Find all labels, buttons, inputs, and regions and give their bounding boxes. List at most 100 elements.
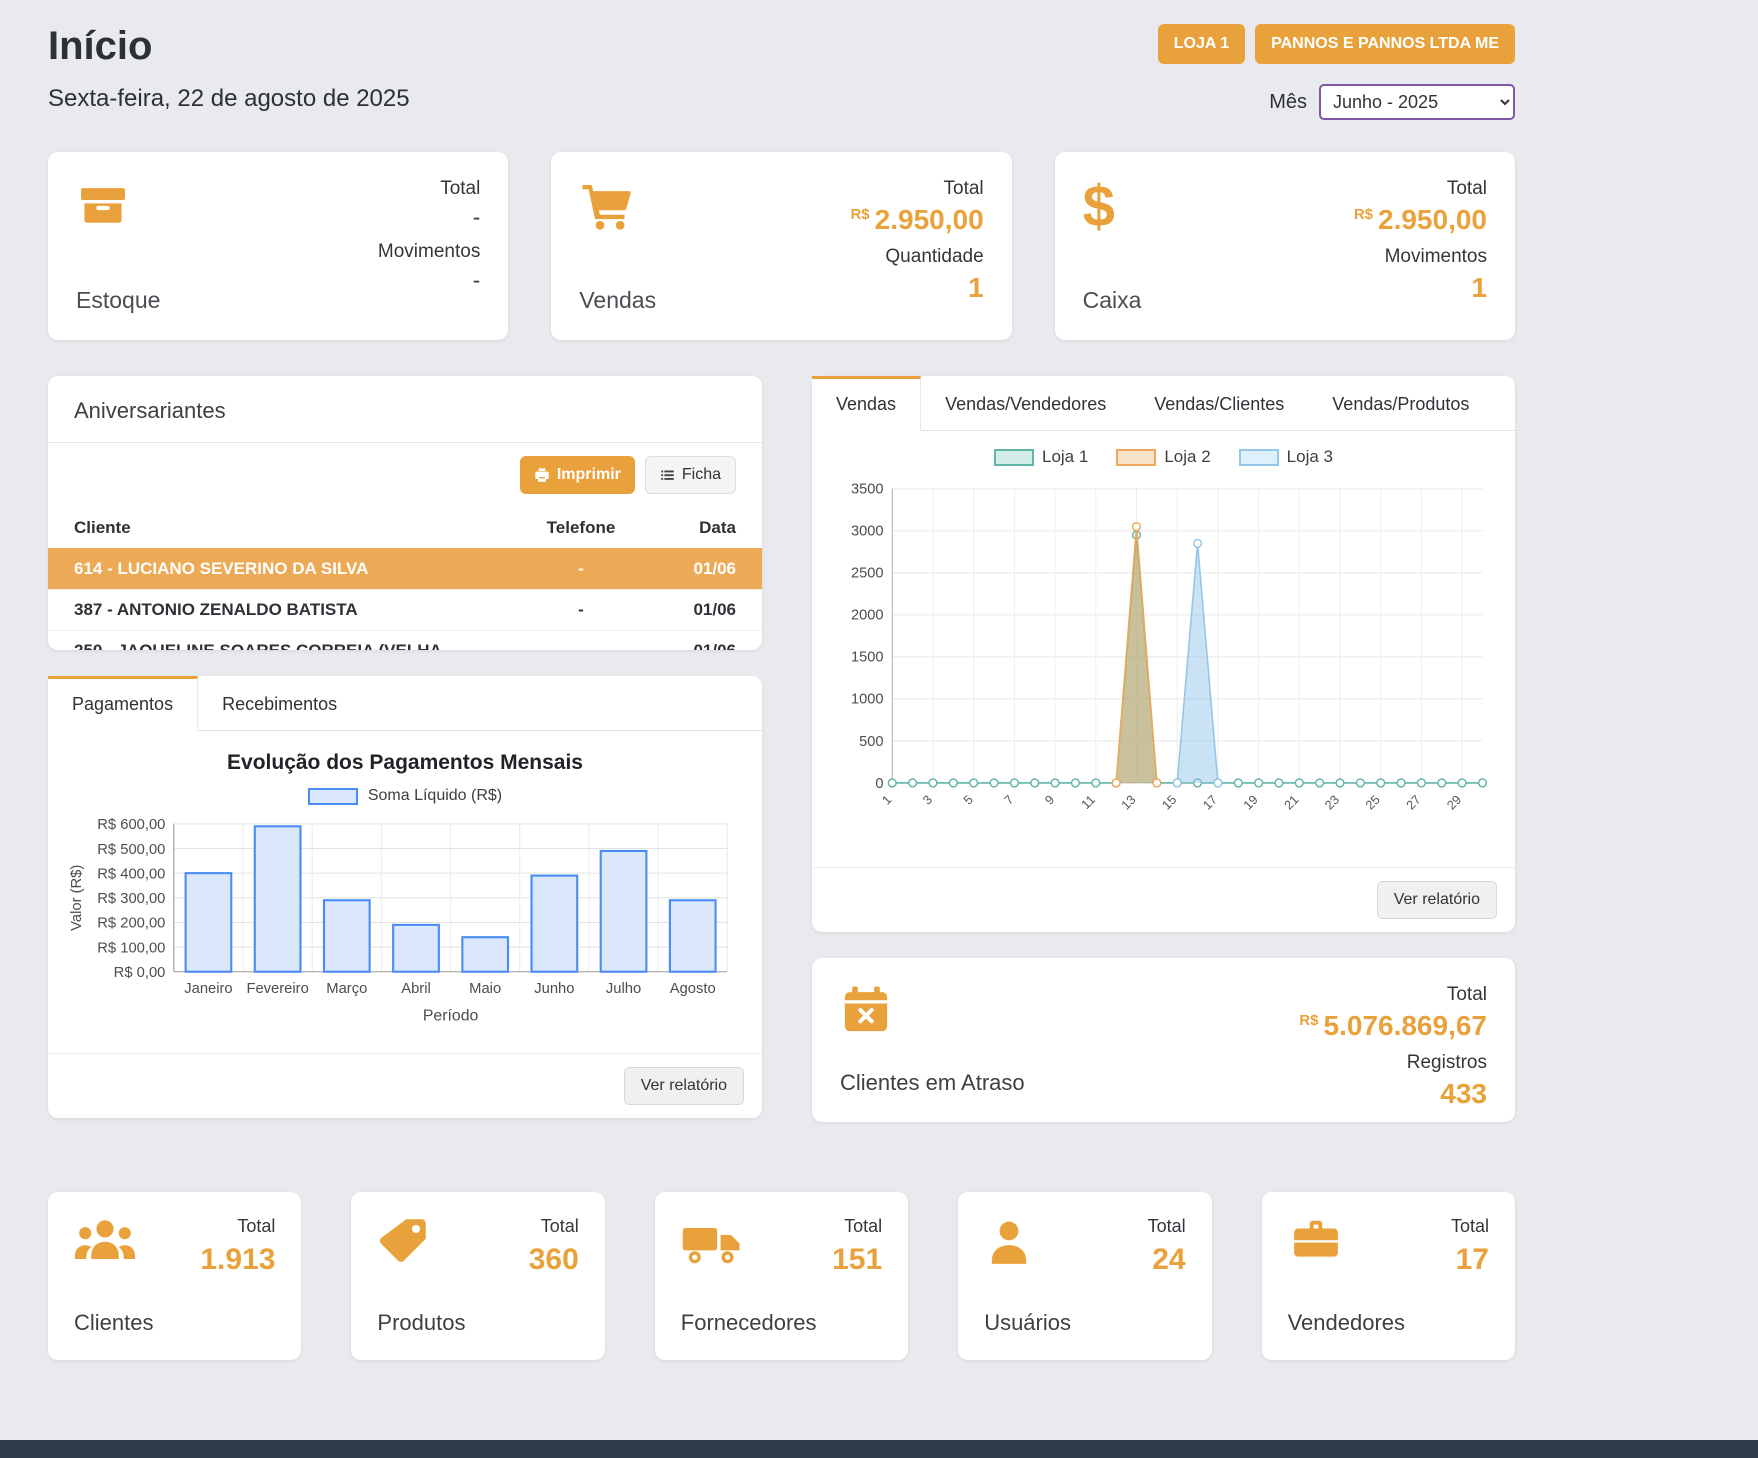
stat-second-label: Movimentos	[1354, 246, 1487, 268]
svg-text:R$ 600,00: R$ 600,00	[97, 817, 165, 833]
summary-total-label: Total	[529, 1216, 579, 1237]
late-registros-value: 433	[1299, 1078, 1487, 1110]
svg-text:7: 7	[1002, 793, 1017, 808]
table-row[interactable]: 387 - ANTONIO ZENALDO BATISTA - 01/06	[48, 589, 762, 630]
summary-label: Vendedores	[1288, 1310, 1489, 1336]
tab-vendas-clientes[interactable]: Vendas/Clientes	[1130, 376, 1308, 430]
person-icon	[984, 1216, 1034, 1277]
stat-second-value: 1	[850, 272, 983, 304]
page-title: Início	[48, 24, 410, 69]
svg-text:2500: 2500	[851, 566, 883, 582]
stat-total-value: R$2.950,00	[850, 204, 983, 236]
header-left: Início Sexta-feira, 22 de agosto de 2025	[48, 24, 410, 113]
tab-vendas[interactable]: Vendas	[812, 376, 921, 431]
payments-tabs: Pagamentos Recebimentos	[48, 676, 762, 731]
summary-total-label: Total	[1451, 1216, 1489, 1237]
left-column: Aniversariantes Imprimir	[48, 376, 762, 1118]
col-data: Data	[656, 518, 736, 538]
summary-card-clientes: Total 1.913 Clientes	[48, 1192, 301, 1360]
summary-card-usuarios: Total 24 Usuários	[958, 1192, 1211, 1360]
svg-text:Fevereiro: Fevereiro	[246, 981, 308, 997]
svg-text:3500: 3500	[851, 482, 883, 498]
currency-prefix: R$	[1299, 1012, 1318, 1029]
payments-panel: Pagamentos Recebimentos Evolução dos Pag…	[48, 676, 762, 1118]
legend-swatch	[308, 788, 358, 805]
svg-text:R$ 200,00: R$ 200,00	[97, 916, 165, 932]
tab-recebimentos[interactable]: Recebimentos	[198, 676, 361, 730]
legend-label: Soma Líquido (R$)	[368, 787, 502, 805]
birthdays-table-header: Cliente Telefone Data	[48, 507, 762, 548]
summary-label: Fornecedores	[681, 1310, 882, 1336]
svg-text:R$ 500,00: R$ 500,00	[97, 842, 165, 858]
currency-prefix: R$	[1354, 206, 1373, 223]
summary-label: Clientes	[74, 1310, 275, 1336]
company-button[interactable]: PANNOS E PANNOS LTDA ME	[1255, 24, 1515, 64]
stat-total-label: Total	[850, 178, 983, 200]
month-label: Mês	[1269, 91, 1307, 114]
tab-vendas-produtos[interactable]: Vendas/Produtos	[1308, 376, 1493, 430]
stat-total-label: Total	[378, 178, 480, 200]
svg-text:Julho: Julho	[606, 981, 641, 997]
summary-card-vendedores: Total 17 Vendedores	[1262, 1192, 1515, 1360]
briefcase-icon	[1288, 1216, 1344, 1277]
svg-text:1: 1	[880, 793, 895, 808]
cart-icon	[579, 178, 656, 234]
svg-text:0: 0	[875, 776, 883, 792]
svg-text:11: 11	[1079, 793, 1098, 812]
stat-card-vendas: Vendas Total R$2.950,00 Quantidade 1	[551, 152, 1011, 340]
svg-text:19: 19	[1241, 793, 1261, 813]
tab-vendas-vendedores[interactable]: Vendas/Vendedores	[921, 376, 1130, 430]
stat-card-caixa: $ Caixa Total R$2.950,00 Movimentos 1	[1055, 152, 1515, 340]
table-row[interactable]: 250 - JAQUELINE SOARES CORREIA (VELHA - …	[48, 630, 762, 650]
sales-report-button[interactable]: Ver relatório	[1377, 881, 1497, 919]
payments-report-button[interactable]: Ver relatório	[624, 1067, 744, 1105]
ficha-button[interactable]: Ficha	[645, 456, 736, 494]
summary-value: 1.913	[200, 1243, 275, 1277]
svg-text:Maio: Maio	[469, 981, 501, 997]
stat-total-value: R$2.950,00	[1354, 204, 1487, 236]
legend-swatch-loja2	[1116, 449, 1156, 466]
svg-text:Período: Período	[423, 1007, 479, 1024]
svg-text:R$ 0,00: R$ 0,00	[114, 965, 166, 981]
svg-text:27: 27	[1404, 793, 1424, 813]
summary-value: 360	[529, 1243, 579, 1277]
calendar-x-icon	[840, 984, 1025, 1036]
svg-text:Agosto: Agosto	[670, 981, 716, 997]
svg-text:Junho: Junho	[534, 981, 574, 997]
store-button[interactable]: LOJA 1	[1158, 24, 1245, 64]
svg-text:3: 3	[920, 793, 935, 808]
col-cliente: Cliente	[74, 518, 506, 538]
svg-text:Março: Março	[326, 981, 367, 997]
dashboard: Início Sexta-feira, 22 de agosto de 2025…	[48, 0, 1515, 1360]
stat-cards-row: Estoque Total - Movimentos - Vendas	[48, 152, 1515, 340]
legend-label-loja2: Loja 2	[1164, 447, 1210, 467]
svg-text:Abril: Abril	[401, 981, 431, 997]
svg-text:17: 17	[1200, 793, 1220, 813]
people-icon	[74, 1216, 136, 1277]
table-row[interactable]: 614 - LUCIANO SEVERINO DA SILVA - 01/06	[48, 548, 762, 589]
header: Início Sexta-feira, 22 de agosto de 2025…	[48, 24, 1515, 120]
stat-card-label: Caixa	[1083, 287, 1142, 314]
tab-pagamentos[interactable]: Pagamentos	[48, 676, 198, 731]
svg-text:23: 23	[1322, 793, 1342, 813]
legend-label-loja3: Loja 3	[1287, 447, 1333, 467]
stat-card-label: Vendas	[579, 287, 656, 314]
legend-label-loja1: Loja 1	[1042, 447, 1088, 467]
svg-text:R$ 100,00: R$ 100,00	[97, 940, 165, 956]
month-select[interactable]: Junho - 2025	[1319, 84, 1515, 120]
payments-chart: R$ 0,00R$ 100,00R$ 200,00R$ 300,00R$ 400…	[64, 811, 740, 1049]
stat-second-value: -	[378, 267, 480, 294]
summary-cards-row: Total 1.913 Clientes Total 360 Pr	[48, 1192, 1515, 1360]
svg-text:25: 25	[1363, 793, 1383, 813]
summary-value: 151	[832, 1243, 882, 1277]
late-clients-card: Clientes em Atraso Total R$5.076.869,67 …	[812, 958, 1515, 1122]
sales-panel: Vendas Vendas/Vendedores Vendas/Clientes…	[812, 376, 1515, 932]
sales-legend: Loja 1 Loja 2 Loja 3	[812, 447, 1515, 467]
svg-text:R$ 400,00: R$ 400,00	[97, 866, 165, 882]
truck-icon	[681, 1216, 743, 1277]
legend-swatch-loja3	[1239, 449, 1279, 466]
summary-label: Produtos	[377, 1310, 578, 1336]
print-button[interactable]: Imprimir	[520, 456, 635, 494]
svg-text:5: 5	[961, 793, 976, 808]
currency-prefix: R$	[850, 206, 869, 223]
